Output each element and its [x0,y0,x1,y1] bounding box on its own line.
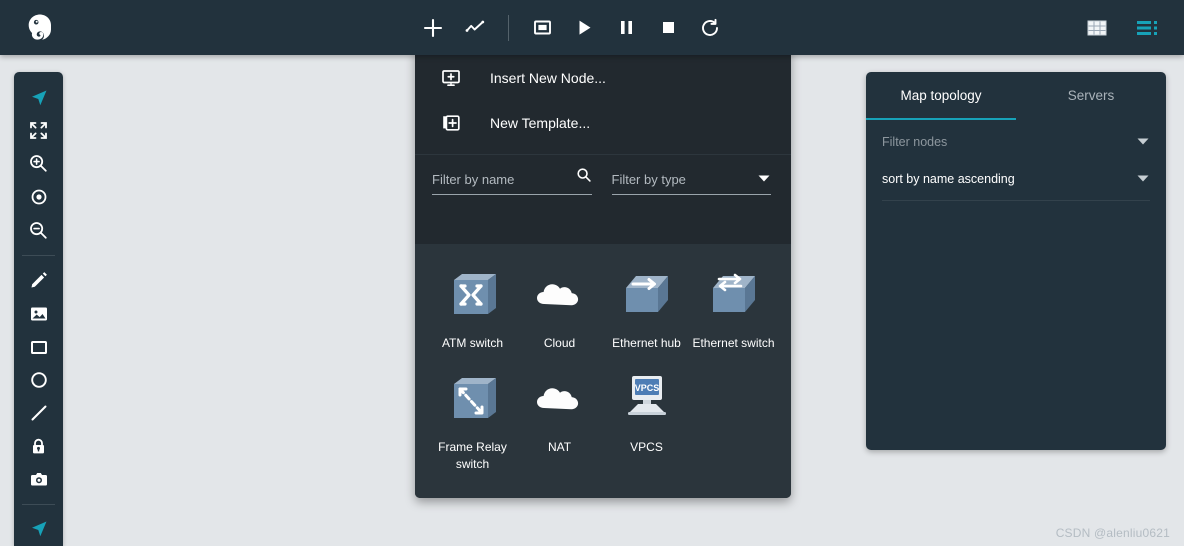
chevron-down-icon [1136,135,1150,149]
device-label: Frame Relay switch [438,440,507,471]
sidebar-item-rectangle[interactable] [14,330,63,363]
watermark: CSDN @alenliu0621 [1055,526,1170,540]
toolbar-actions [412,7,731,49]
panel-divider [882,200,1150,201]
panel-tabs: Map topology Servers [866,72,1166,120]
top-header-bar [0,0,1184,55]
gns3-chameleon-logo[interactable] [0,11,80,45]
grid-view-button[interactable] [1076,7,1118,49]
device-label: Ethernet hub [612,336,681,350]
monitor-plus-icon [440,68,462,88]
sidebar-item-add-image[interactable] [14,297,63,330]
add-node-button[interactable] [412,7,454,49]
reload-all-button[interactable] [689,7,731,49]
topology-summary-panel: Map topology Servers Filter nodes sort b… [866,72,1166,450]
sidebar-item-move[interactable] [14,81,63,114]
sidebar-item-zoom-in[interactable] [14,147,63,180]
sidebar-divider-2 [22,503,55,505]
vpcs-icon: VPCS [616,366,678,428]
sidebar-item-screenshot[interactable] [14,463,63,496]
device-filters [415,155,791,195]
tab-servers[interactable]: Servers [1016,72,1166,120]
console-all-button[interactable] [521,7,563,49]
sort-order-select[interactable]: sort by name ascending [882,164,1150,194]
left-tool-sidebar [14,72,63,546]
add-link-button[interactable] [454,7,496,49]
tab-map-topology[interactable]: Map topology [866,72,1016,120]
header-right-actions [1076,7,1184,49]
add-node-dropdown-panel: Insert New Node... New Template... Filte… [415,48,791,498]
sidebar-item-ellipse[interactable] [14,363,63,396]
nat-cloud-icon [529,366,591,428]
atm-switch-icon [442,262,504,324]
filter-by-name-input[interactable] [432,169,592,195]
device-label: Ethernet switch [692,336,775,350]
device-ethernet-switch[interactable]: Ethernet switch [690,262,777,352]
sidebar-item-reset-zoom[interactable] [14,181,63,214]
gns3-web-ui: Insert New Node... New Template... Filte… [0,0,1184,546]
insert-new-node-item[interactable]: Insert New Node... [415,55,791,100]
chevron-down-icon [1136,172,1150,186]
device-frame-relay-switch[interactable]: Frame Relay switch [429,366,516,473]
device-vpcs[interactable]: VPCS VPCS [603,366,690,473]
sort-order-label: sort by name ascending [882,172,1015,186]
sidebar-divider-1 [22,254,55,256]
ethernet-switch-icon [703,262,765,324]
device-label: Cloud [543,336,576,350]
start-all-button[interactable] [563,7,605,49]
filter-nodes-label: Filter nodes [882,135,948,149]
filter-nodes-select[interactable]: Filter nodes [882,127,1150,157]
pause-all-button[interactable] [605,7,647,49]
ethernet-hub-icon [616,262,678,324]
sidebar-item-draw-text[interactable] [14,264,63,297]
copy-plus-icon [440,113,462,133]
frame-relay-switch-icon [442,366,504,428]
device-label: ATM switch [441,336,504,350]
filter-by-type-field[interactable] [611,169,771,195]
sidebar-item-move-bottom[interactable] [14,513,63,546]
sidebar-item-line[interactable] [14,396,63,429]
filter-by-name-field[interactable] [432,168,592,195]
filter-by-type-input[interactable] [611,169,771,195]
sidebar-item-fullscreen[interactable] [14,114,63,147]
new-template-label: New Template... [490,114,591,131]
svg-text:VPCS: VPCS [634,383,659,393]
new-template-item[interactable]: New Template... [415,100,791,145]
device-atm-switch[interactable]: ATM switch [429,262,516,352]
insert-new-node-label: Insert New Node... [490,69,606,86]
sidebar-item-lock[interactable] [14,430,63,463]
sidebar-item-zoom-out[interactable] [14,214,63,247]
device-label: NAT [547,440,572,454]
toolbar-divider [508,14,509,41]
cloud-icon [529,262,591,324]
device-nat[interactable]: NAT [516,366,603,473]
device-palette: ATM switch Cloud Ethernet hub Ethernet s… [415,244,791,498]
device-cloud[interactable]: Cloud [516,262,603,352]
tab-label: Map topology [900,87,982,103]
device-ethernet-hub[interactable]: Ethernet hub [603,262,690,352]
menu-list-button[interactable] [1126,7,1168,49]
stop-all-button[interactable] [647,7,689,49]
tab-label: Servers [1067,87,1115,103]
device-label: VPCS [630,440,663,454]
